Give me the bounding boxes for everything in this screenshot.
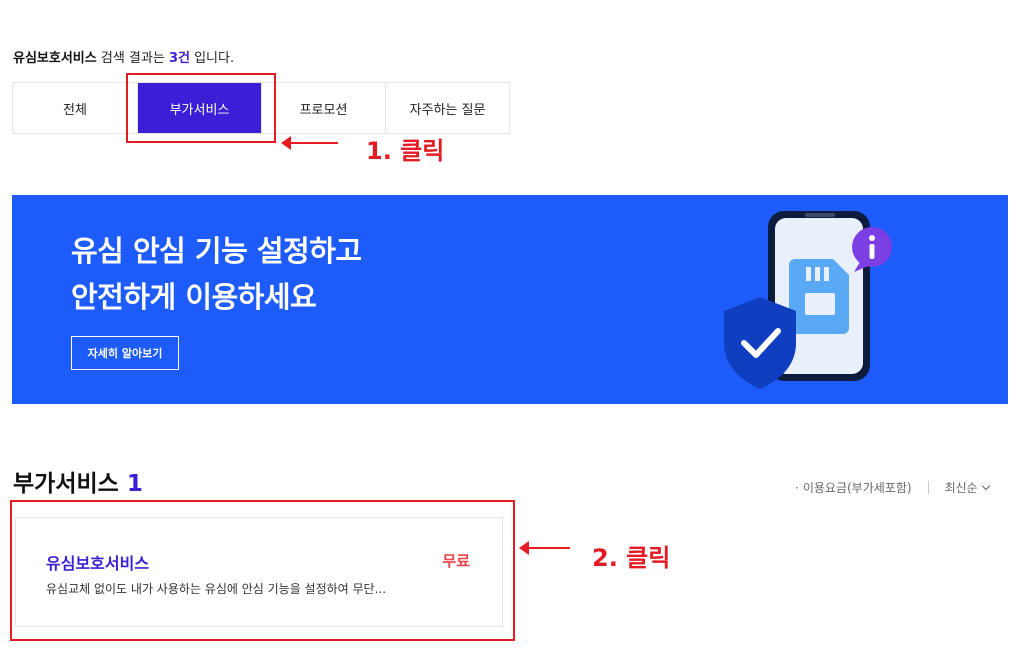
section-count: 1 [126,471,143,497]
result-count: 3건 [168,51,190,66]
tab-all-label: 전체 [63,102,87,118]
search-result-summary: 유심보호서비스 검색 결과는 3건 입니다. [13,47,234,66]
promo-banner: 유심 안심 기능 설정하고 안전하게 이용하세요 자세히 알아보기 [12,195,1008,404]
annotation-arrow-1 [281,136,338,150]
divider [927,481,929,494]
banner-title-line-2: 안전하게 이용하세요 [71,280,317,314]
chevron-down-icon [981,481,990,490]
annotation-highlight-box-1 [126,73,276,143]
annotation-arrow-2 [519,541,570,555]
sort-label: 최신순 [944,481,978,495]
list-controls: · 이용요금(부가세포함) 최신순 [795,479,990,496]
sim-card-icon [789,259,849,334]
sort-dropdown[interactable]: 최신순 [944,479,990,496]
search-keyword: 유심보호서비스 [13,51,97,66]
annotation-step-1: 1. 클릭 [366,137,445,165]
result-text-after: 입니다. [189,51,235,66]
phone-shield-illustration [724,211,892,389]
tab-promotion-label: 프로모션 [299,102,348,118]
section-title-label: 부가서비스 [13,471,119,497]
section-title: 부가서비스 1 [13,464,143,498]
result-text-before: 검색 결과는 [96,51,169,66]
annotation-step-2: 2. 클릭 [592,544,671,572]
bullet-dot-icon: · [795,480,799,495]
banner-title-line-1: 유심 안심 기능 설정하고 [71,234,362,268]
annotation-highlight-box-2 [10,500,515,641]
learn-more-button[interactable]: 자세히 알아보기 [71,336,179,370]
price-filter-toggle[interactable]: 이용요금(부가세포함) [803,479,912,496]
tab-faq[interactable]: 자주하는 질문 [385,82,510,134]
tab-promotion[interactable]: 프로모션 [261,82,385,134]
tab-faq-label: 자주하는 질문 [409,102,486,118]
banner-title: 유심 안심 기능 설정하고 안전하게 이용하세요 [71,228,362,320]
tab-all[interactable]: 전체 [12,82,137,134]
